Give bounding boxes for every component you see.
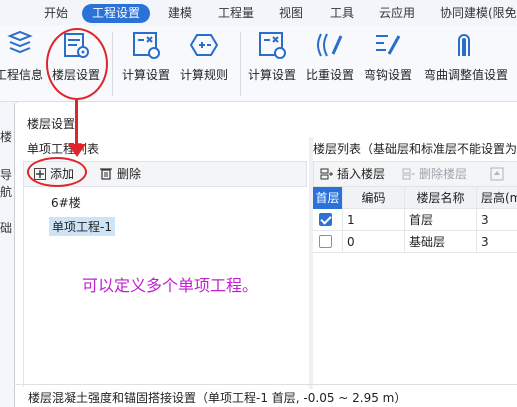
col-code: 编码 [343, 187, 405, 209]
menu-bar: 开始 工程设置 建模 工程量 视图 工具 云应用 协同建模(限免 [0, 0, 517, 26]
list-item-selected[interactable]: 单项工程-1 [49, 217, 115, 236]
tab-cloud[interactable]: 云应用 [379, 4, 415, 23]
delete-floor-button[interactable]: 删除楼层 [402, 165, 467, 184]
tab-project-settings[interactable]: 工程设置 [82, 4, 151, 23]
strip-label: 楼 [0, 130, 13, 144]
cell-code[interactable]: 1 [343, 209, 405, 231]
hook-settings-icon [376, 35, 401, 55]
floor-list-toolbar: 插入楼层 删除楼层 [313, 161, 517, 187]
cell-floor-name[interactable]: 首层 [405, 209, 477, 231]
calc-settings-icon [133, 32, 160, 59]
highlight-circle-floor-settings [46, 28, 108, 100]
col-floor-name: 楼层名称 [405, 187, 477, 209]
tab-start[interactable]: 开始 [44, 4, 68, 23]
bend-adjust-icon [458, 34, 470, 56]
trash-icon [100, 167, 112, 180]
floor-settings-dialog: 楼层设置 单项工程列表 添加 删除 6#楼 单项工程-1 楼层列表（基础层和标准… [14, 103, 517, 407]
annotation-arrow [75, 100, 78, 148]
calc-settings-button[interactable]: 计算设置 [118, 26, 174, 102]
hook-settings-button[interactable]: 弯钩设置 [360, 26, 416, 102]
cell-code[interactable]: 0 [343, 231, 405, 253]
table-row[interactable]: 0 基础层 3 [313, 231, 517, 253]
status-bar-text: 楼层混凝土强度和锚固搭接设置（单项工程-1 首层, -0.05 ~ 2.95 m… [28, 391, 407, 405]
calc-settings-2-icon [259, 32, 286, 59]
calc-settings-2-button[interactable]: 计算设置 [244, 26, 300, 102]
first-floor-checkbox[interactable] [319, 235, 332, 248]
delete-floor-icon [402, 167, 415, 180]
density-settings-icon [317, 33, 343, 57]
tab-tools[interactable]: 工具 [330, 4, 354, 23]
delete-project-button[interactable]: 删除 [100, 165, 141, 184]
cell-floor-name[interactable]: 基础层 [405, 231, 477, 253]
project-list-header: 单项工程列表 [27, 142, 100, 156]
tab-collab[interactable]: 协同建模(限免 [440, 4, 517, 23]
first-floor-checkbox[interactable] [319, 213, 332, 226]
highlight-circle-add [27, 157, 87, 187]
col-first-floor: 首层 [313, 187, 343, 209]
move-up-icon[interactable] [490, 165, 504, 184]
tab-modeling[interactable]: 建模 [168, 4, 192, 23]
cell-height[interactable]: 3 [477, 209, 517, 231]
tab-view[interactable]: 视图 [279, 4, 303, 23]
list-item[interactable]: 6#楼 [51, 194, 81, 211]
insert-floor-button[interactable]: 插入楼层 [320, 165, 385, 184]
table-header-row: 首层 编码 楼层名称 层高(m [313, 187, 517, 209]
insert-floor-icon [320, 167, 333, 180]
calc-rules-button[interactable]: 计算规则 [176, 26, 232, 102]
col-height: 层高(m [481, 191, 517, 205]
divider [14, 384, 517, 385]
dialog-title: 楼层设置 [27, 117, 76, 131]
cell-height[interactable]: 3 [477, 231, 517, 253]
strip-label: 础 [0, 221, 13, 235]
arrow-head-icon [68, 144, 86, 157]
toolbar-divider [112, 32, 113, 96]
density-settings-button[interactable]: 比重设置 [302, 26, 358, 102]
annotation-text: 可以定义多个单项工程。 [82, 276, 259, 295]
project-info-icon [7, 30, 33, 54]
floor-list-header: 楼层列表（基础层和标准层不能设置为首 [313, 142, 517, 156]
bend-adjust-button[interactable]: 弯曲调整值设置 [418, 26, 514, 102]
tab-quantity[interactable]: 工程量 [218, 4, 254, 23]
project-info-button[interactable]: 工程信息 [0, 26, 46, 102]
table-row[interactable]: 1 首层 3 [313, 209, 517, 231]
toolbar-divider [240, 32, 241, 96]
calc-rules-icon [189, 34, 219, 56]
